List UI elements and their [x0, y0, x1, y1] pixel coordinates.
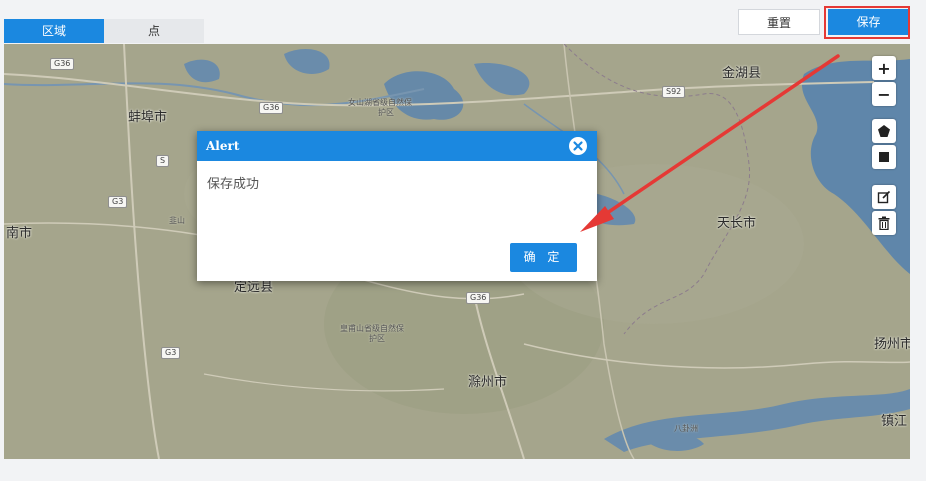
road-shield: G3 [161, 347, 181, 359]
alert-dialog: Alert 保存成功 确 定 [197, 131, 597, 281]
map-label-bagua: 八卦洲 [674, 424, 698, 433]
delete-layers-button[interactable] [872, 211, 896, 235]
draw-polygon-button[interactable] [872, 119, 896, 143]
polygon-icon [878, 125, 890, 137]
map-label-nvshanhu-2: 护区 [378, 108, 394, 117]
road-shield: S [156, 155, 170, 167]
road-shield: G36 [50, 58, 75, 70]
zoom-in-button[interactable]: + [872, 56, 896, 80]
map-label-nanshi: 南市 [6, 226, 33, 241]
road-shield: G3 [108, 196, 128, 208]
edit-layers-button[interactable] [872, 185, 896, 209]
trash-icon [878, 216, 890, 230]
dialog-header: Alert [197, 131, 597, 161]
square-icon [879, 152, 889, 162]
road-shield: G36 [259, 102, 284, 114]
map-label-chuzhou: 滁州市 [468, 375, 508, 390]
tab-region[interactable]: 区域 [4, 19, 104, 43]
map-label-huangfushan-2: 护区 [369, 334, 385, 343]
map-label-huangfushan-1: 皇甫山省级自然保 [340, 324, 404, 333]
map-label-yangzhou: 扬州市 [874, 337, 910, 352]
map-label-bengbu: 蚌埠市 [128, 110, 168, 125]
map-label-zhenjiang: 镇江 [881, 414, 908, 429]
edit-icon [877, 190, 891, 204]
road-shield: S92 [662, 86, 686, 98]
map-label-jinhu: 金湖县 [722, 66, 762, 81]
close-icon [573, 141, 583, 151]
map-label-tianchang: 天长市 [717, 216, 757, 231]
tab-bar: 区域 点 [4, 19, 204, 43]
map-label-nvshanhu-1: 女山湖省级自然保 [348, 98, 412, 107]
dialog-title: Alert [206, 139, 240, 153]
road-shield: G36 [466, 292, 491, 304]
close-button[interactable] [569, 137, 587, 155]
tab-point[interactable]: 点 [104, 19, 204, 43]
dialog-message: 保存成功 [207, 177, 260, 192]
save-button[interactable]: 保存 [828, 9, 909, 35]
zoom-out-button[interactable]: − [872, 82, 896, 106]
reset-button[interactable]: 重置 [738, 9, 820, 35]
confirm-button[interactable]: 确 定 [510, 243, 577, 272]
draw-rectangle-button[interactable] [872, 145, 896, 169]
map-label-jieshan: 韭山 [169, 216, 185, 225]
